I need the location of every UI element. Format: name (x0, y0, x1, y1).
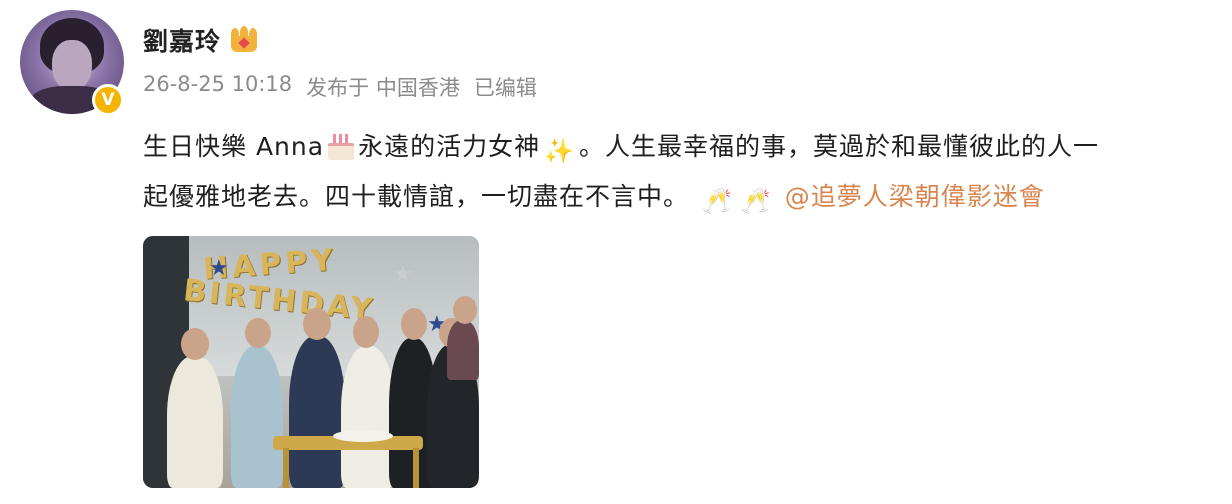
photo-head (401, 308, 427, 340)
crown-icon (229, 26, 259, 54)
avatar-face (52, 40, 92, 90)
photo-head (245, 318, 271, 348)
post-text-part: 生日快樂 Anna (143, 132, 325, 161)
post-text-part: 永遠的活力女神 (358, 132, 541, 161)
photo-head (353, 316, 379, 348)
post-photo[interactable]: HAPPY BIRTHDAY ★ ★ ★ ★ (143, 236, 479, 488)
photo-cake (333, 430, 393, 442)
photo-person (289, 336, 345, 488)
photo-head (181, 328, 209, 360)
verified-badge-icon: V (92, 84, 124, 116)
photo-person (167, 356, 223, 488)
post-body: 生日快樂 Anna 永遠的活力女神 ✨ 。人生最幸福的事，莫過於和最懂彼此的人一 起優… (143, 124, 1213, 224)
photo-table-leg (283, 448, 289, 488)
star-balloon-icon: ★ (209, 256, 229, 281)
cake-emoji-icon (326, 131, 356, 160)
balloon-letters: HAPPY BIRTHDAY (182, 243, 377, 328)
sparkles-emoji-icon: ✨ (544, 137, 575, 165)
post-source: 发布于 中国香港 (306, 76, 460, 100)
champagne-emoji-icon: 🥂 (740, 187, 772, 215)
post-text-part: 。人生最幸福的事，莫過於和最懂彼此的人一 (578, 132, 1099, 161)
post-meta: 26-8-25 10:18 发布于 中国香港 已编辑 (143, 72, 537, 102)
star-balloon-icon: ★ (393, 262, 413, 287)
mention-link[interactable]: @追夢人梁朝偉影迷會 (785, 182, 1045, 211)
photo-person (231, 346, 283, 488)
post-text-part: 起優雅地老去。四十載情誼，一切盡在不言中。 (143, 182, 690, 211)
post-timestamp[interactable]: 26-8-25 10:18 (143, 72, 292, 102)
champagne-emoji-icon: 🥂 (701, 187, 733, 215)
photo-person (341, 346, 395, 488)
user-name-row: 劉嘉玲 (143, 22, 259, 58)
photo-head (453, 296, 477, 324)
user-name[interactable]: 劉嘉玲 (143, 22, 221, 58)
photo-person (447, 320, 479, 380)
post-edited-label: 已编辑 (473, 76, 537, 100)
photo-head (303, 308, 331, 340)
photo-table-leg (413, 448, 419, 488)
